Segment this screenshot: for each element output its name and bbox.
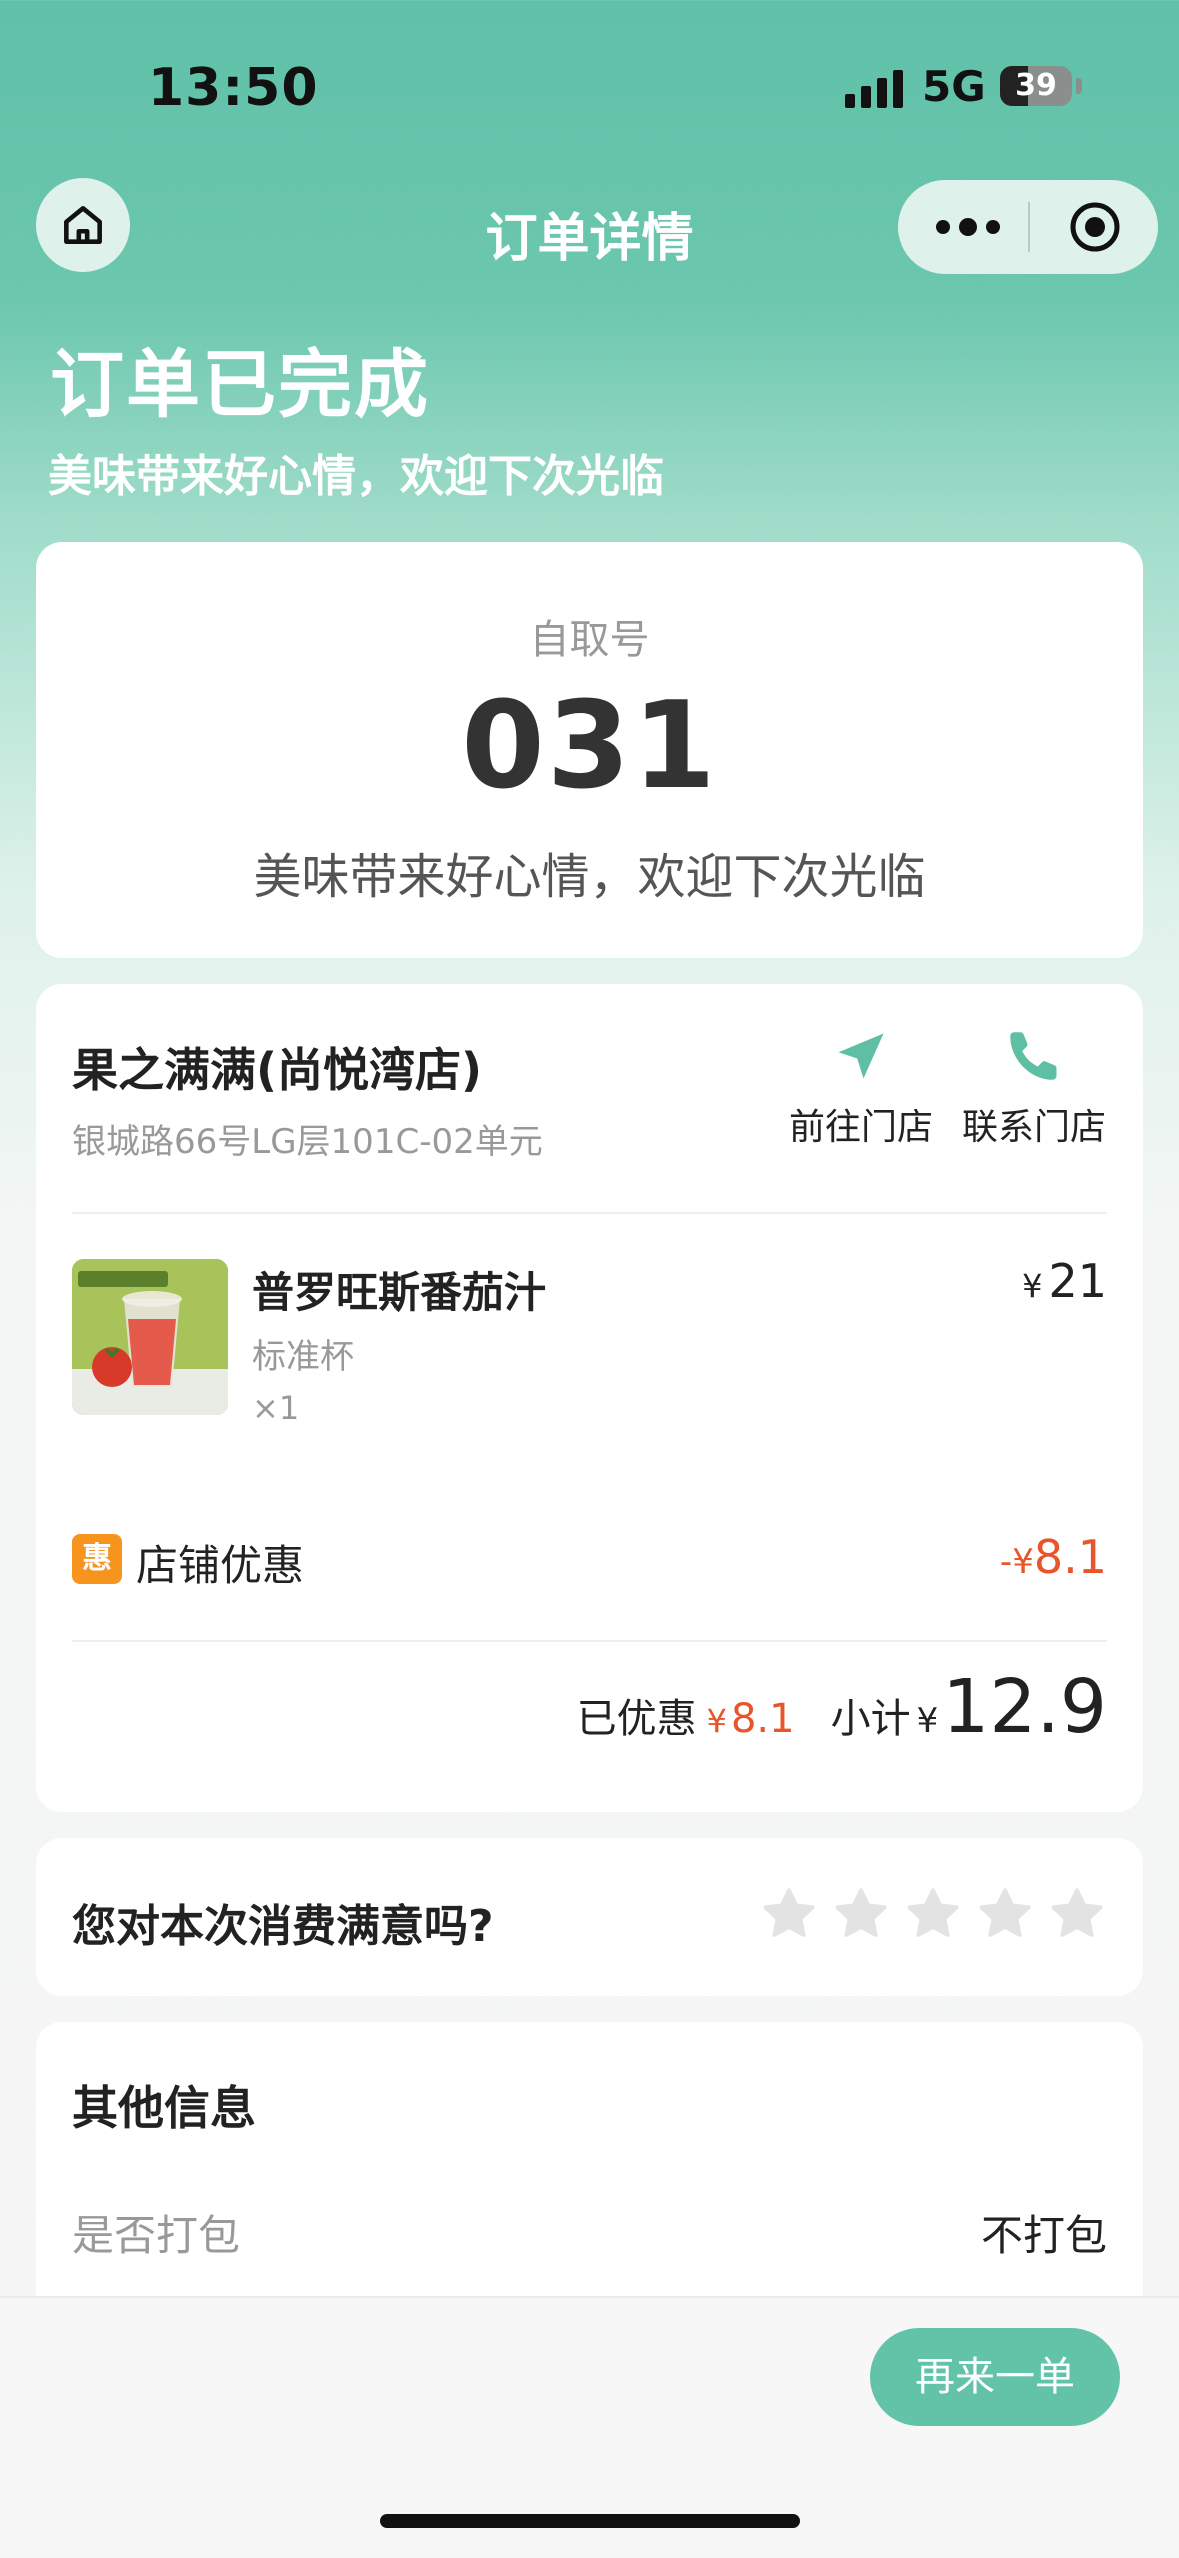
capsule-divider (1028, 202, 1030, 252)
product-quantity: ×1 (252, 1389, 300, 1427)
battery-icon: 39 (1000, 66, 1072, 106)
other-info-title: 其他信息 (72, 2081, 256, 2135)
star-icon[interactable] (1047, 1884, 1107, 1944)
star-icon[interactable] (903, 1884, 963, 1944)
reorder-button[interactable]: 再来一单 (870, 2328, 1120, 2426)
navigation-arrow-icon (838, 1033, 884, 1079)
saved-amount: ¥8.1 (707, 1696, 795, 1742)
pickup-message: 美味带来好心情，欢迎下次光临 (253, 849, 926, 905)
discount-amount: -¥8.1 (1000, 1530, 1107, 1584)
subtotal-label: 小计 (830, 1696, 911, 1742)
rating-card: 您对本次消费满意吗? (36, 1838, 1143, 1996)
home-indicator[interactable] (380, 2514, 800, 2528)
product-name: 普罗旺斯番茄汁 (252, 1268, 547, 1317)
pickup-card: 自取号 031 美味带来好心情，欢迎下次光临 (36, 542, 1143, 958)
pickup-label: 自取号 (529, 617, 650, 663)
target-icon[interactable] (1068, 200, 1122, 254)
navigate-store-button[interactable]: 前往门店 (781, 1026, 941, 1150)
discount-badge: 惠 (72, 1534, 122, 1584)
star-icon[interactable] (975, 1884, 1035, 1944)
discount-value: 8.1 (1033, 1530, 1107, 1584)
order-status-title: 订单已完成 (50, 342, 430, 428)
store-name: 果之满满(尚悦湾店) (72, 1043, 483, 1097)
phone-icon (1010, 1032, 1057, 1080)
discount-label: 店铺优惠 (136, 1541, 305, 1590)
order-summary: 已优惠 ¥8.1 小计 ¥ 12.9 (577, 1664, 1107, 1750)
battery-tip (1076, 78, 1082, 94)
divider (72, 1640, 1107, 1642)
saved-value: 8.1 (730, 1696, 795, 1742)
contact-store-button[interactable]: 联系门店 (954, 1026, 1114, 1150)
mini-program-capsule (898, 180, 1158, 274)
star-icon[interactable] (759, 1884, 819, 1944)
subtotal-value: 12.9 (942, 1664, 1107, 1750)
currency-symbol: ¥ (1022, 1267, 1043, 1305)
currency-symbol: ¥ (1012, 1542, 1034, 1582)
star-rating[interactable] (759, 1884, 1107, 1944)
packing-value: 不打包 (980, 2211, 1107, 2260)
packing-label: 是否打包 (72, 2211, 241, 2260)
currency-symbol: ¥ (706, 1702, 727, 1740)
product-image (72, 1259, 228, 1415)
status-time: 13:50 (148, 58, 319, 118)
currency-symbol: ¥ (916, 1701, 939, 1741)
product-price: ¥21 (1022, 1254, 1107, 1308)
contact-store-label: 联系门店 (961, 1107, 1106, 1148)
store-address: 银城路66号LG层101C-02单元 (72, 1122, 543, 1162)
star-icon[interactable] (831, 1884, 891, 1944)
discount-sign: - (999, 1542, 1013, 1582)
more-dots-icon[interactable] (936, 180, 1000, 274)
saved-label: 已优惠 (576, 1696, 697, 1742)
network-type: 5G (922, 62, 986, 111)
pickup-number: 031 (461, 677, 718, 816)
battery-level: 39 (1015, 68, 1057, 103)
product-spec: 标准杯 (252, 1337, 354, 1377)
product-price-value: 21 (1048, 1254, 1107, 1308)
cellular-signal-icon (845, 68, 903, 108)
rating-question: 您对本次消费满意吗? (72, 1901, 494, 1952)
bottom-action-bar: 再来一单 (0, 2296, 1179, 2558)
navigate-store-label: 前往门店 (788, 1107, 933, 1148)
order-status-subtitle: 美味带来好心情，欢迎下次光临 (48, 451, 664, 502)
order-card: 果之满满(尚悦湾店) 银城路66号LG层101C-02单元 前往门店 联系门店 … (36, 984, 1143, 1812)
divider (72, 1212, 1107, 1214)
